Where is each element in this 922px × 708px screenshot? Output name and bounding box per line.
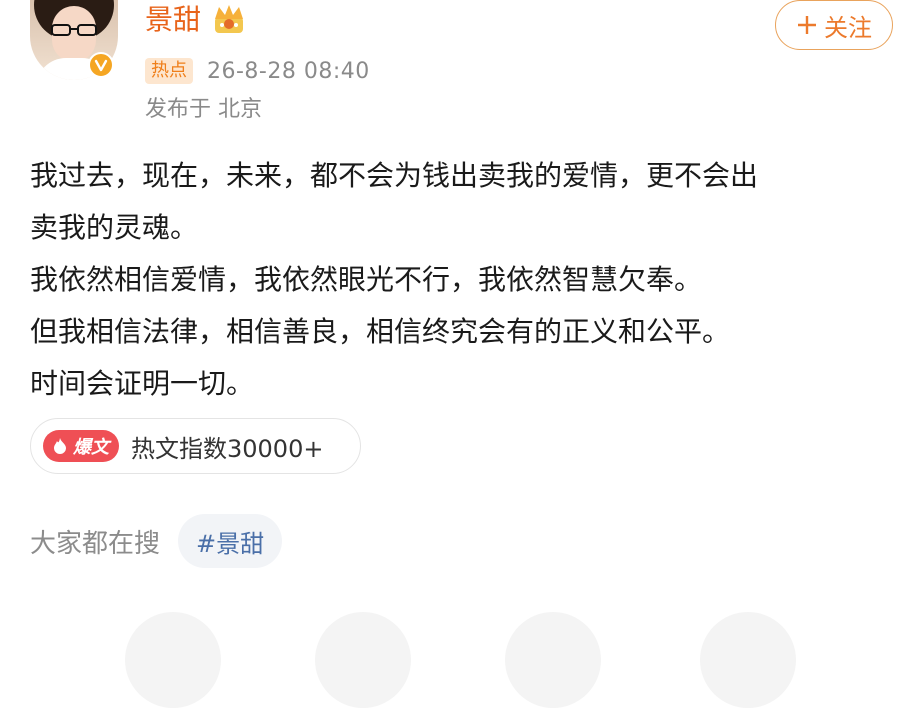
- trending-search-row: 大家都在搜 #景甜: [30, 514, 283, 568]
- action-circle[interactable]: [700, 612, 796, 708]
- post-line: 我过去，现在，未来，都不会为钱出卖我的爱情，更不会出: [30, 159, 759, 192]
- crown-icon: [215, 5, 244, 33]
- verified-v-icon: [88, 52, 114, 78]
- action-circle[interactable]: [125, 612, 221, 708]
- hot-index-pill[interactable]: 爆文 热文指数30000+: [30, 418, 361, 474]
- burst-label: 爆文: [73, 437, 109, 458]
- action-circle[interactable]: [315, 612, 411, 708]
- follow-button[interactable]: 关注: [775, 0, 893, 50]
- post-line: 我依然相信爱情，我依然眼光不行，我依然智慧欠奉。: [30, 263, 703, 296]
- trending-search-label: 大家都在搜: [30, 528, 161, 559]
- follow-label: 关注: [824, 13, 872, 42]
- name-row: 景甜: [145, 2, 249, 38]
- post-timestamp: 26-8-28 08:40: [207, 58, 370, 84]
- post-content: 我过去，现在，未来，都不会为钱出卖我的爱情，更不会出 卖我的灵魂。 我依然相信爱…: [30, 150, 910, 410]
- post-location: 发布于 北京: [145, 97, 262, 122]
- bottom-action-bar: [0, 612, 922, 708]
- hot-tag[interactable]: 热点: [145, 58, 193, 84]
- post-line: 但我相信法律，相信善良，相信终究会有的正义和公平。: [30, 315, 731, 348]
- plus-icon: [798, 16, 816, 34]
- meta-row: 热点 26-8-28 08:40: [145, 56, 370, 86]
- action-circle[interactable]: [505, 612, 601, 708]
- post-line: 卖我的灵魂。: [30, 211, 199, 244]
- hot-index-text: 热文指数30000+: [131, 434, 324, 463]
- avatar-glasses: [51, 24, 97, 36]
- topic-chip[interactable]: #景甜: [178, 514, 283, 568]
- flame-icon: [54, 438, 66, 454]
- burst-badge: 爆文: [43, 430, 119, 462]
- username[interactable]: 景甜: [145, 2, 201, 38]
- post-line: 时间会证明一切。: [30, 367, 255, 400]
